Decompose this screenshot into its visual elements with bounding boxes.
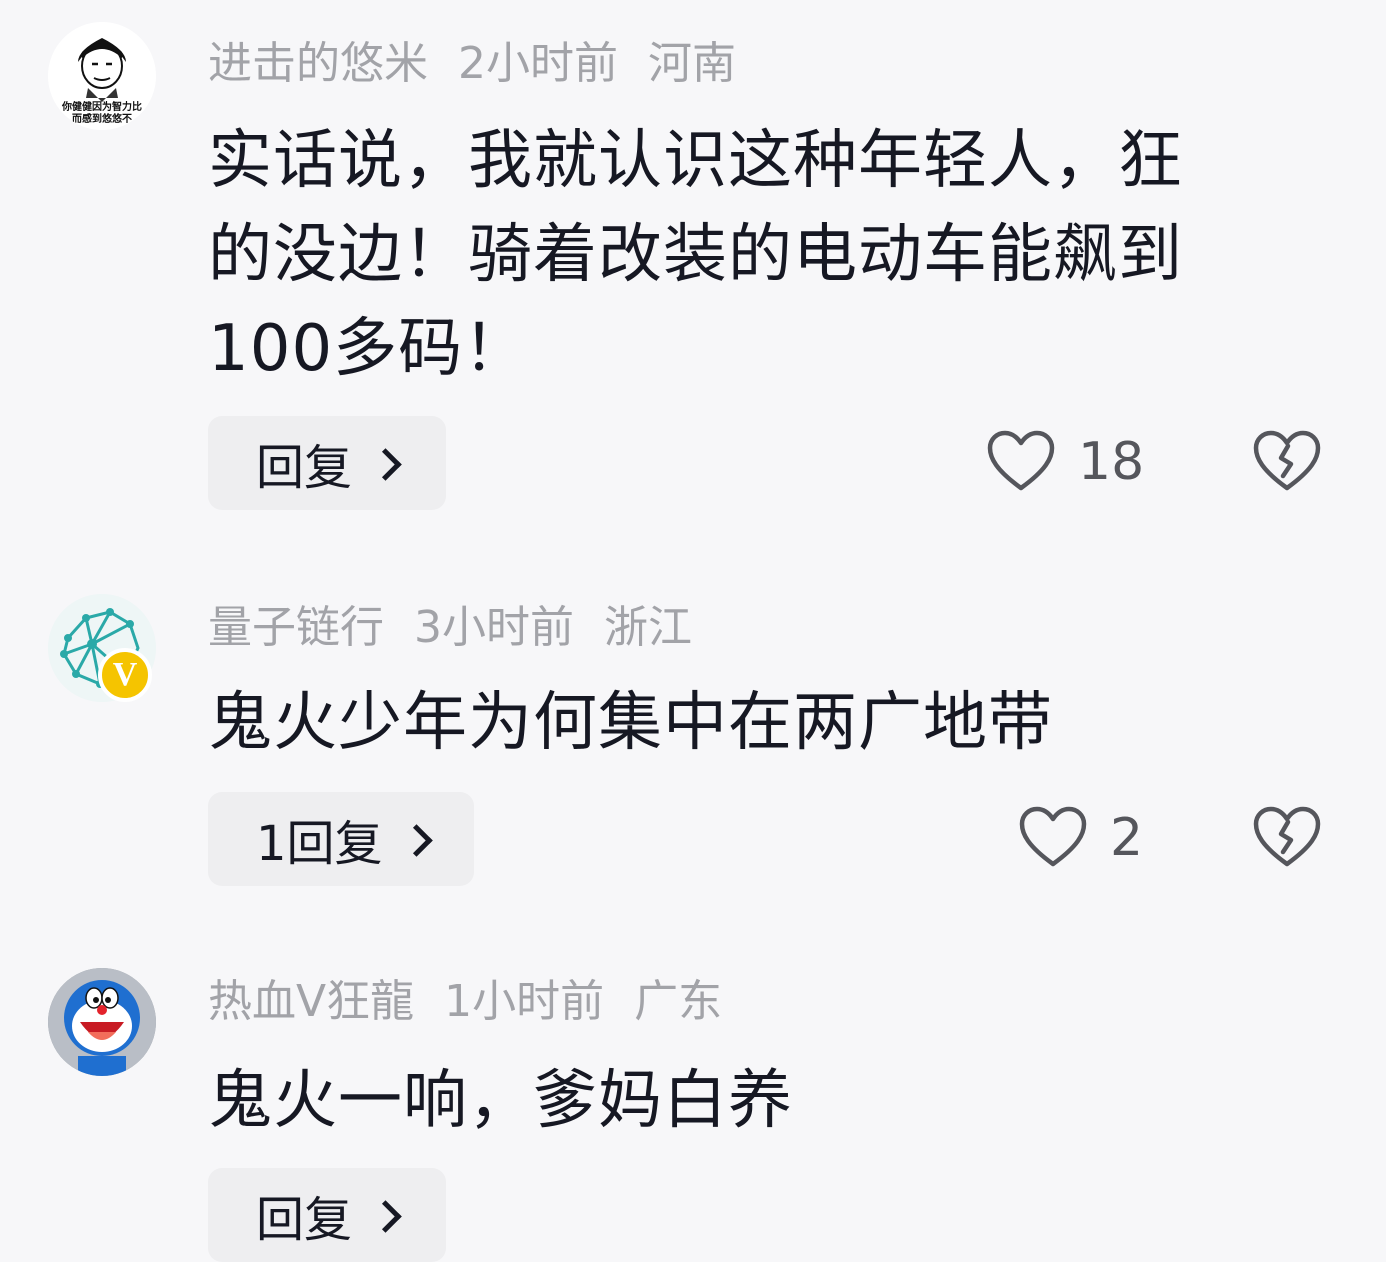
reply-button[interactable]: 1回复	[208, 792, 474, 886]
verified-badge: V	[98, 648, 152, 702]
avatar-caption: 而感到悠悠不	[72, 114, 132, 125]
reply-button[interactable]: 回复	[208, 416, 446, 510]
heart-outline-icon	[987, 430, 1055, 491]
like-count: 2	[1110, 808, 1144, 868]
chevron-right-icon	[369, 1199, 402, 1233]
timestamp: 1小时前	[444, 976, 605, 1027]
comment-text: 鬼火少年为何集中在两广地带	[208, 676, 1308, 770]
comment-text-line: 鬼火少年为何集中在两广地带	[208, 686, 1053, 760]
comment-text: 鬼火一响，爹妈白养	[208, 1054, 1308, 1148]
comment-text-line: 100多码！	[208, 312, 529, 386]
username[interactable]: 进击的悠米	[208, 38, 428, 89]
avatar-caption: 你健健因为智力比	[62, 102, 142, 113]
location: 广东	[634, 976, 723, 1027]
comment-text: 实话说，我就认识这种年轻人，狂 的没边！骑着改装的电动车能飙到 100多码！	[208, 114, 1308, 396]
timestamp: 2小时前	[458, 38, 618, 89]
like-button[interactable]: 2	[1018, 806, 1143, 870]
timestamp: 3小时前	[414, 602, 574, 653]
location: 浙江	[604, 602, 692, 653]
like-button[interactable]: 18	[986, 430, 1144, 494]
chevron-right-icon	[369, 447, 402, 481]
avatar[interactable]: 你健健因为智力比 而感到悠悠不	[48, 22, 156, 130]
comment-meta: 量子链行 3小时前 浙江	[208, 598, 722, 658]
broken-heart-icon	[1253, 430, 1321, 491]
chevron-right-icon	[399, 823, 433, 857]
dislike-button[interactable]	[1252, 806, 1322, 874]
dislike-button[interactable]	[1252, 430, 1322, 498]
broken-heart-icon	[1253, 806, 1321, 867]
comment-text-line: 的没边！骑着改装的电动车能飙到	[208, 218, 1183, 292]
comment-text-line: 鬼火一响，爹妈白养	[208, 1064, 793, 1138]
avatar[interactable]	[48, 968, 156, 1076]
comment-text-line: 实话说，我就认识这种年轻人，狂	[208, 124, 1183, 198]
username[interactable]: 量子链行	[208, 602, 384, 653]
reply-button[interactable]: 回复	[208, 1168, 446, 1262]
heart-outline-icon	[1019, 806, 1087, 867]
doraemon-avatar-icon	[48, 968, 156, 1076]
reply-label: 回复	[256, 1192, 353, 1248]
reply-label: 回复	[256, 440, 353, 496]
comment-meta: 进击的悠米 2小时前 河南	[208, 34, 766, 94]
verified-badge-label: V	[112, 656, 138, 693]
location: 河南	[648, 38, 736, 89]
reply-label: 1回复	[256, 816, 383, 872]
username[interactable]: 热血V狂龍	[208, 976, 414, 1027]
comment-meta: 热血V狂龍 1小时前 广东	[208, 972, 752, 1032]
like-count: 18	[1078, 432, 1145, 492]
